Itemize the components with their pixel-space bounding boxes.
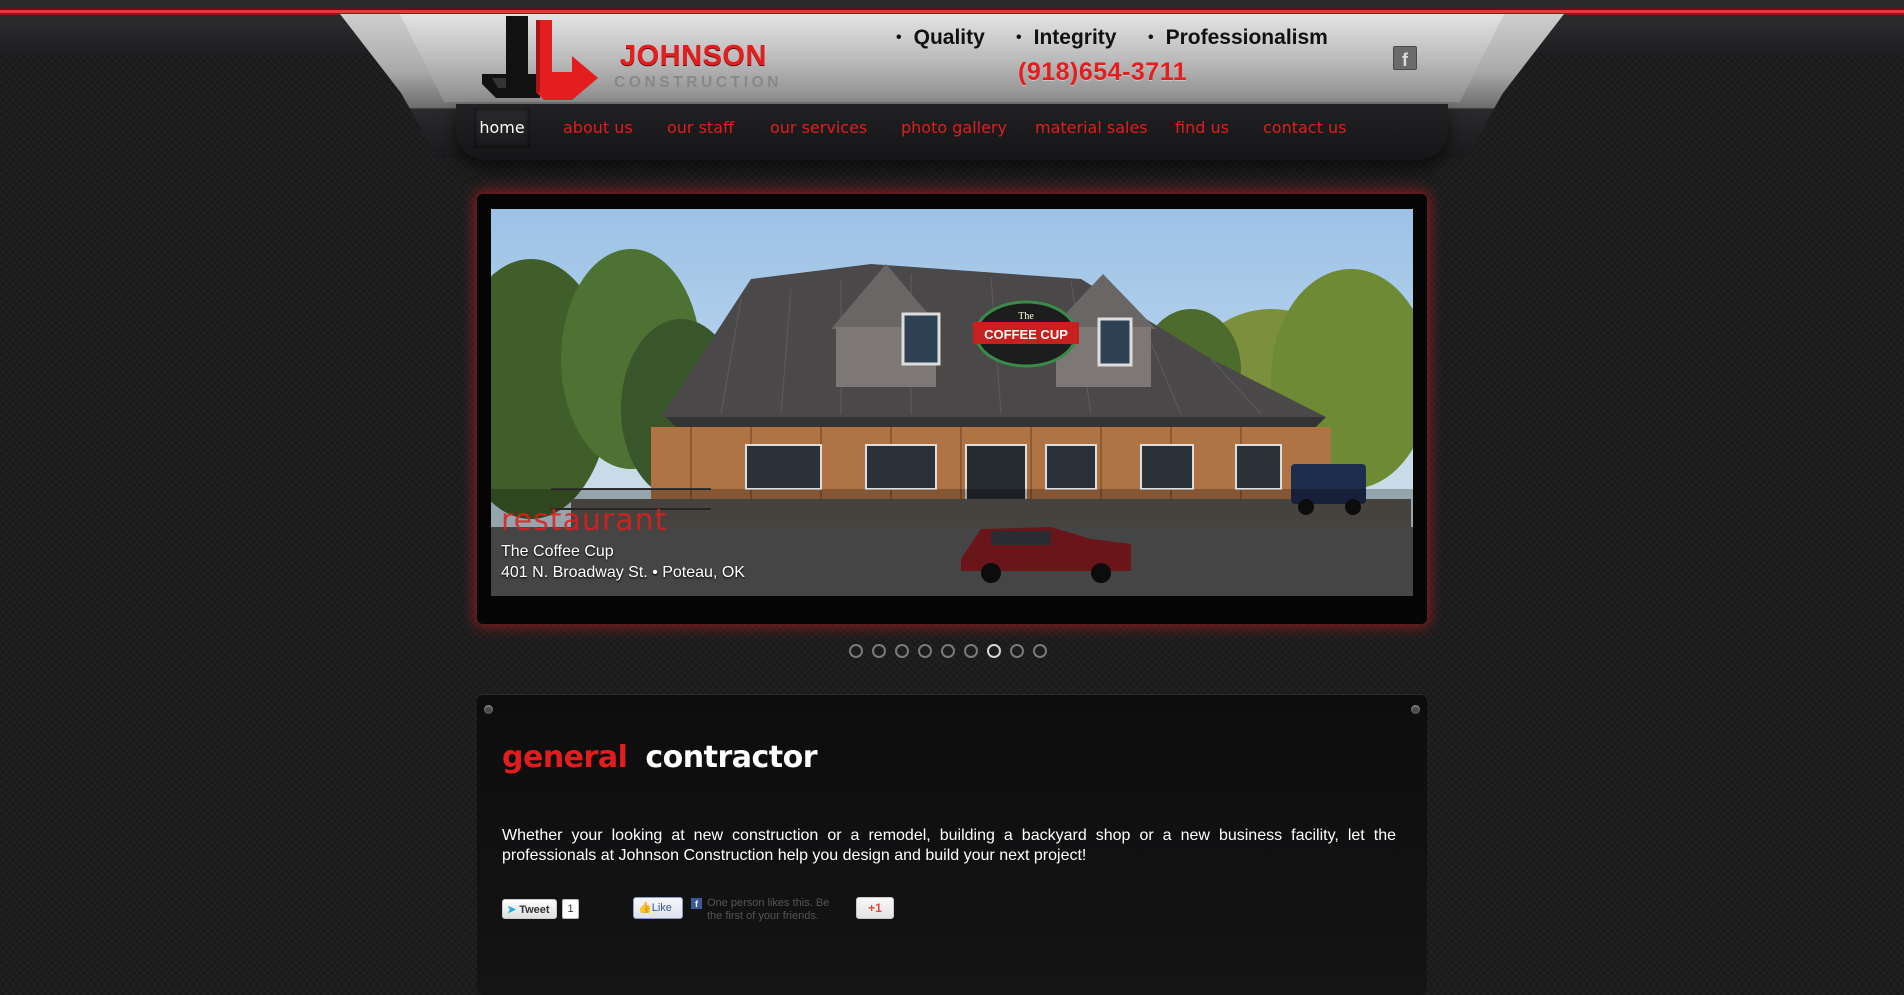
facebook-icon[interactable]: f (1393, 46, 1417, 70)
like-count-text: One person likes this. Be the first of y… (707, 897, 830, 922)
tagline-item: • Integrity (1016, 26, 1117, 49)
nav-item-our-services[interactable]: our services (770, 108, 867, 148)
nav-item-contact-us[interactable]: contact us (1263, 108, 1346, 148)
heading-white: contractor (645, 740, 818, 775)
gplus-label: +1 (868, 901, 882, 915)
tagline-item: • Professionalism (1148, 26, 1328, 49)
facebook-like-button[interactable]: 👍Like (633, 897, 683, 919)
brand-subtitle: CONSTRUCTION (614, 74, 783, 91)
sign-top-text: The (1018, 311, 1034, 322)
thumbs-up-icon: 👍 (638, 902, 652, 914)
like-label: Like (651, 902, 672, 914)
slider-dot[interactable] (849, 644, 863, 658)
nav-item-material-sales[interactable]: material sales (1035, 108, 1148, 148)
twitter-bird-icon: ➤ (507, 904, 517, 916)
logo-mark-icon (482, 16, 598, 100)
tagline-item: • Quality (896, 26, 985, 49)
brand-name: JOHNSON (620, 40, 767, 72)
nav-item-home[interactable]: home (474, 108, 530, 148)
slider-dot[interactable] (941, 644, 955, 658)
slider-dot[interactable] (964, 644, 978, 658)
slide-image[interactable]: COFFEE CUP The restaurant The Coffee Cup… (491, 209, 1413, 596)
logo[interactable]: JOHNSON CONSTRUCTION (482, 16, 792, 102)
slider-dot-active[interactable] (987, 644, 1001, 658)
intro-text: Whether your looking at new construction… (502, 827, 1396, 864)
tweet-label: Tweet (519, 904, 550, 916)
heading-red: general (502, 740, 628, 775)
sign-text: COFFEE CUP (984, 327, 1068, 342)
rivet-icon (1411, 705, 1420, 714)
slide-project-name: The Coffee Cup (501, 543, 614, 560)
slider-dot[interactable] (918, 644, 932, 658)
phone-number[interactable]: (918)654-3711 (1018, 58, 1187, 87)
nav-item-our-staff[interactable]: our staff (667, 108, 734, 148)
slider-dot[interactable] (872, 644, 886, 658)
slider-dot[interactable] (895, 644, 909, 658)
google-plus-button[interactable]: +1 (856, 897, 894, 919)
tweet-button[interactable]: ➤ Tweet (502, 899, 557, 919)
tweet-count: 1 (562, 899, 579, 919)
nav-item-find-us[interactable]: find us (1175, 108, 1229, 148)
rivet-icon (484, 705, 493, 714)
facebook-small-icon: f (691, 898, 702, 909)
slider-dot[interactable] (1033, 644, 1047, 658)
slide-category: restaurant (501, 503, 668, 538)
slide-address: 401 N. Broadway St. • Poteau, OK (501, 564, 745, 581)
nav-item-photo-gallery[interactable]: photo gallery (901, 108, 1007, 148)
slider-dot[interactable] (1010, 644, 1024, 658)
section-heading: general contractor (502, 740, 818, 775)
nav-item-about-us[interactable]: about us (563, 108, 633, 148)
